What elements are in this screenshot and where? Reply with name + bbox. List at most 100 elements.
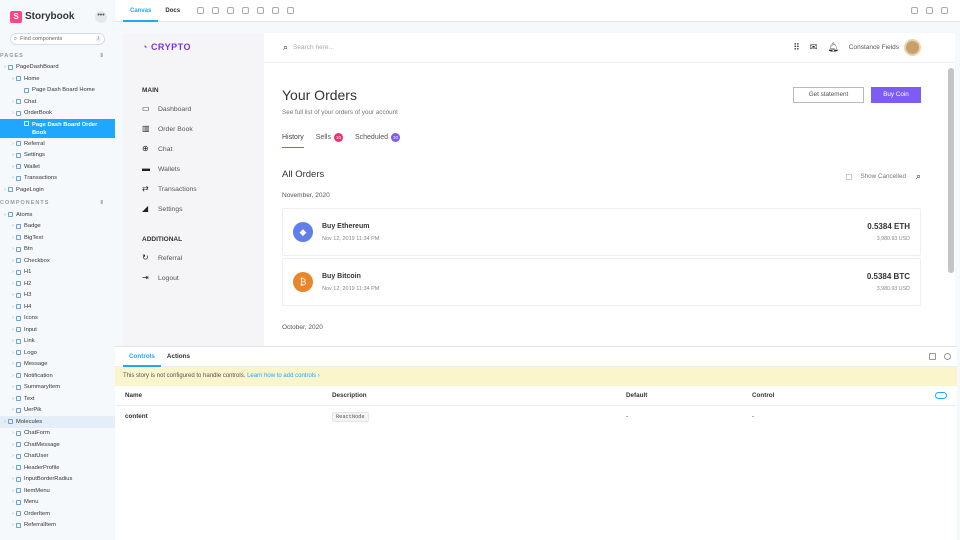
tree-item[interactable]: › UerPik — [0, 405, 115, 417]
tree-item[interactable]: › Wallet — [0, 161, 115, 173]
zoom-in-icon[interactable] — [197, 7, 205, 14]
fullscreen-icon[interactable] — [911, 7, 918, 14]
tree-item[interactable]: › ReferralItem — [0, 520, 115, 532]
section-label: PAGES — [0, 52, 24, 59]
tree-item[interactable]: › ChatForm — [0, 428, 115, 440]
tree-item[interactable]: › Message — [0, 359, 115, 371]
tree-item[interactable]: › H2 — [0, 278, 115, 290]
tab-history[interactable]: History — [282, 133, 304, 148]
menu-item-transactions[interactable]: ⇄ Transactions — [142, 185, 197, 193]
component-tree: PAGES ⇕ › PageDashBoard › Home Page Dash Board… — [0, 50, 115, 531]
tree-item[interactable]: › Referral — [0, 138, 115, 150]
open-new-tab-icon[interactable] — [926, 7, 933, 14]
avatar[interactable] — [904, 39, 921, 56]
menu-item-referral[interactable]: ↻ Referral — [142, 254, 182, 262]
close-panel-icon[interactable] — [944, 353, 951, 360]
tree-item[interactable]: › OrderBook — [0, 108, 115, 120]
app-search-input[interactable]: Search here... — [293, 44, 334, 51]
menu-item-chat[interactable]: ⊕ Chat — [142, 145, 172, 153]
tree-item[interactable]: › Transactions — [0, 173, 115, 185]
outline-icon[interactable] — [287, 7, 295, 14]
tree-item[interactable]: › Logo — [0, 347, 115, 359]
apps-grid-icon[interactable]: ⠿ — [793, 42, 800, 53]
tree-item[interactable]: › Home — [0, 73, 115, 85]
more-options-icon[interactable]: ••• — [95, 10, 107, 23]
tree-item[interactable]: › H1 — [0, 267, 115, 279]
learn-controls-link[interactable]: Learn how to add controls › — [247, 373, 320, 379]
order-usd-amount: 3,980.93 USD — [876, 286, 910, 292]
tab-docs[interactable]: Docs — [158, 0, 187, 22]
tree-item[interactable]: › Link — [0, 336, 115, 348]
tab-sells[interactable]: Sells 10 — [316, 133, 343, 148]
grid-icon[interactable] — [257, 7, 265, 14]
tab-controls[interactable]: Controls — [123, 347, 161, 367]
tab-actions[interactable]: Actions — [161, 347, 196, 367]
tree-item[interactable]: › Chat — [0, 96, 115, 108]
collapse-icon[interactable]: ⇕ — [99, 53, 105, 59]
viewport-icon[interactable] — [272, 7, 280, 14]
storybook-logo[interactable]: S Storybook — [10, 10, 74, 23]
story-canvas: ◔ CRYPTO MAIN ▭ Dashboard ▥ Order Book ⊕ Chat… — [123, 33, 955, 346]
tree-item[interactable]: › SummaryItem — [0, 382, 115, 394]
panel-orientation-icon[interactable] — [929, 353, 936, 360]
tree-item[interactable]: › Atoms — [0, 209, 115, 221]
tree-item[interactable]: Page Dash Board Order Book — [0, 119, 115, 138]
user-name[interactable]: Constance Fields — [849, 44, 899, 51]
tree-item[interactable]: › ChatUser — [0, 451, 115, 463]
mail-icon[interactable]: ✉ — [810, 42, 818, 53]
menu-item-order-book[interactable]: ▥ Order Book — [142, 125, 193, 133]
tree-item[interactable]: › Btn — [0, 244, 115, 256]
search-icon[interactable]: ⌕ — [916, 171, 921, 182]
zoom-reset-icon[interactable] — [227, 7, 235, 14]
tree-item[interactable]: › H4 — [0, 301, 115, 313]
order-item[interactable]: ₿ Buy Bitcoin Nov 12, 2019 11:34 PM 0.5384 … — [282, 258, 921, 306]
tree-item[interactable]: › Notification — [0, 370, 115, 382]
component-icon — [16, 99, 21, 105]
tree-item[interactable]: › Text — [0, 393, 115, 405]
tree-item[interactable]: Page Dash Board Home — [0, 85, 115, 97]
tree-item[interactable]: › InputBorderRadius — [0, 474, 115, 486]
search-icon: ⌕ — [283, 42, 289, 52]
copy-link-icon[interactable] — [941, 7, 948, 14]
tree-item[interactable]: › Menu — [0, 497, 115, 509]
component-icon — [16, 304, 21, 310]
tab-canvas[interactable]: Canvas — [123, 0, 159, 22]
order-info: Buy Ethereum Nov 12, 2019 11:34 PM — [322, 223, 379, 242]
tree-item[interactable]: › PageDashBoard — [0, 62, 115, 74]
canvas-scrollbar[interactable] — [948, 68, 954, 273]
reset-controls-icon[interactable] — [935, 392, 947, 399]
bell-icon[interactable]: 🔔︎ — [827, 42, 838, 53]
tree-item[interactable]: › Molecules — [0, 416, 115, 428]
menu-item-logout[interactable]: ⇥ Logout — [142, 274, 179, 282]
show-cancelled-checkbox[interactable] — [846, 173, 853, 180]
tree-item-label: Menu — [24, 499, 39, 506]
order-amount: 0.5384 BTC 3,980.93 USD — [867, 272, 910, 292]
zoom-out-icon[interactable] — [212, 7, 220, 14]
buy-coin-button[interactable]: Buy Coin — [871, 87, 921, 103]
tree-item[interactable]: › BigText — [0, 232, 115, 244]
tree-item[interactable]: › Badge — [0, 221, 115, 233]
order-amount: 0.5384 ETH 3,980.93 USD — [867, 222, 910, 242]
crypto-logo[interactable]: ◔ CRYPTO — [142, 42, 191, 52]
tree-item[interactable]: › ChatMessage — [0, 439, 115, 451]
tree-item[interactable]: › Settings — [0, 150, 115, 162]
component-search-input[interactable]: ⌕ Find components / — [10, 33, 105, 45]
background-icon[interactable] — [242, 7, 250, 14]
tree-item[interactable]: › Icons — [0, 313, 115, 325]
get-statement-button[interactable]: Get statement — [793, 87, 864, 103]
tree-item-label: ItemMenu — [24, 487, 50, 494]
menu-item-settings[interactable]: ◢ Settings — [142, 205, 183, 213]
show-cancelled[interactable]: Show Cancelled ⌕ — [846, 171, 921, 182]
tree-item[interactable]: › Input — [0, 324, 115, 336]
menu-item-wallets[interactable]: ▬ Wallets — [142, 165, 180, 173]
tree-item[interactable]: › OrderItem — [0, 508, 115, 520]
tree-item[interactable]: › HeaderProfile — [0, 462, 115, 474]
tree-item[interactable]: › PageLogin — [0, 184, 115, 196]
tree-item[interactable]: › Checkbox — [0, 255, 115, 267]
tree-item[interactable]: › H3 — [0, 290, 115, 302]
tab-scheduled[interactable]: Scheduled 10 — [355, 133, 401, 148]
order-item[interactable]: ◆ Buy Ethereum Nov 12, 2019 11:34 PM 0.5384… — [282, 208, 921, 256]
collapse-icon[interactable]: ⇕ — [99, 200, 105, 206]
menu-item-dashboard[interactable]: ▭ Dashboard — [142, 105, 191, 113]
tree-item[interactable]: › ItemMenu — [0, 485, 115, 497]
